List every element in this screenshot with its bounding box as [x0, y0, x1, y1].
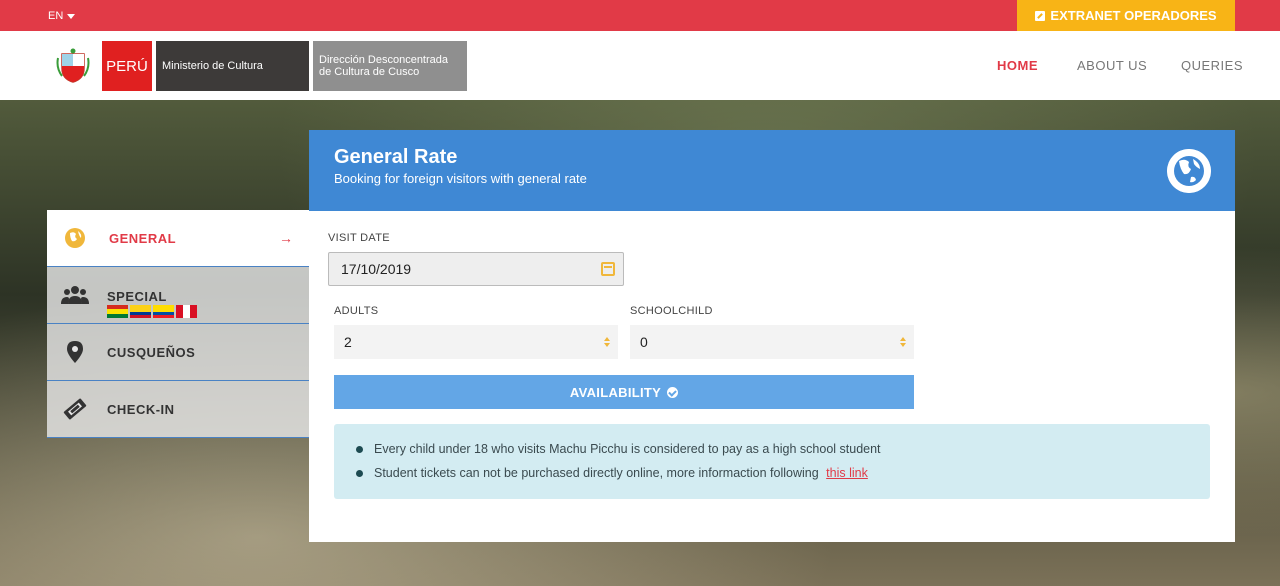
notice-text: Every child under 18 who visits Machu Pi…	[374, 442, 881, 456]
check-circle-icon	[667, 386, 679, 398]
group-icon	[61, 283, 89, 307]
visit-date-input[interactable]: 17/10/2019	[328, 252, 624, 286]
top-bar: EN EXTRANET OPERADORES	[0, 0, 1280, 31]
sidebar-item-label: GENERAL	[109, 230, 177, 246]
ministry-logo-text: Ministerio de Cultura	[162, 60, 263, 72]
stepper-arrows-icon[interactable]	[900, 337, 908, 349]
world-globe-icon	[1167, 149, 1211, 193]
direction-logo-line1: Dirección Desconcentrada	[319, 54, 449, 66]
rate-type-menu: GENERAL → SPECIAL CUSQUEÑOS CHECK-IN	[47, 210, 309, 438]
bullet-icon	[356, 446, 363, 453]
bullet-icon	[356, 470, 363, 477]
sidebar-item-special[interactable]: SPECIAL	[47, 267, 309, 324]
ticket-icon	[61, 397, 89, 421]
caret-down-icon	[67, 13, 76, 19]
flag-bolivia-icon	[107, 305, 128, 318]
sidebar-item-general[interactable]: GENERAL →	[47, 210, 309, 267]
site-header: PERÚ Ministerio de Cultura Dirección Des…	[0, 31, 1280, 100]
direction-logo[interactable]: Dirección Desconcentrada de Cultura de C…	[313, 41, 467, 91]
availability-label: AVAILABILITY	[569, 384, 662, 400]
nav-home[interactable]: HOME	[997, 58, 1038, 73]
globe-icon	[61, 226, 89, 250]
visit-date-value: 17/10/2019	[341, 261, 412, 277]
list-item: Every child under 18 who visits Machu Pi…	[334, 440, 1210, 464]
adults-label: ADULTS	[334, 305, 379, 317]
language-label: EN	[48, 10, 64, 22]
sidebar-item-label: CHECK-IN	[107, 401, 175, 417]
flag-ecuador-icon	[153, 305, 174, 318]
visit-date-label: VISIT DATE	[328, 232, 390, 244]
sidebar-item-check-in[interactable]: CHECK-IN	[47, 381, 309, 438]
flag-colombia-icon	[130, 305, 151, 318]
this-link[interactable]: this link	[826, 466, 868, 480]
direction-logo-line2: de Cultura de Cusco	[319, 66, 420, 78]
rate-panel-body: VISIT DATE 17/10/2019 ADULTS 2 SCHOOLCHI…	[309, 211, 1235, 542]
flag-peru-icon	[176, 305, 197, 318]
schoolchild-value: 0	[640, 334, 648, 350]
sidebar-item-label: SPECIAL	[107, 289, 167, 304]
coat-of-arms-icon	[56, 48, 90, 83]
panel-title: General Rate	[334, 146, 458, 168]
adults-stepper[interactable]: 2	[334, 325, 618, 359]
language-selector[interactable]: EN	[48, 10, 76, 22]
adults-value: 2	[344, 334, 352, 350]
info-notice: Every child under 18 who visits Machu Pi…	[334, 424, 1210, 499]
calendar-icon[interactable]	[601, 262, 615, 276]
peru-logo[interactable]: PERÚ	[102, 41, 152, 91]
ministry-logo[interactable]: Ministerio de Cultura	[156, 41, 309, 91]
nav-about-us[interactable]: ABOUT US	[1077, 58, 1147, 73]
country-flags	[107, 305, 197, 318]
panel-subtitle: Booking for foreign visitors with genera…	[334, 171, 587, 186]
sidebar-item-label: CUSQUEÑOS	[107, 344, 196, 360]
peru-logo-text: PERÚ	[106, 57, 148, 75]
nav-queries[interactable]: QUERIES	[1181, 58, 1243, 73]
schoolchild-label: SCHOOLCHILD	[630, 305, 713, 317]
sidebar-item-cusquenos[interactable]: CUSQUEÑOS	[47, 324, 309, 381]
list-item: Student tickets can not be purchased dir…	[334, 464, 1210, 488]
schoolchild-stepper[interactable]: 0	[630, 325, 914, 359]
availability-button[interactable]: AVAILABILITY	[334, 375, 914, 409]
arrow-right-icon: →	[279, 230, 293, 246]
rate-panel-header: General Rate Booking for foreign visitor…	[309, 130, 1235, 211]
map-pin-icon	[61, 340, 89, 364]
stepper-arrows-icon[interactable]	[604, 337, 612, 349]
notice-text: Student tickets can not be purchased dir…	[374, 466, 819, 480]
extranet-button[interactable]: EXTRANET OPERADORES	[1017, 0, 1235, 31]
external-link-icon	[1035, 10, 1046, 21]
extranet-label: EXTRANET OPERADORES	[1050, 8, 1217, 23]
